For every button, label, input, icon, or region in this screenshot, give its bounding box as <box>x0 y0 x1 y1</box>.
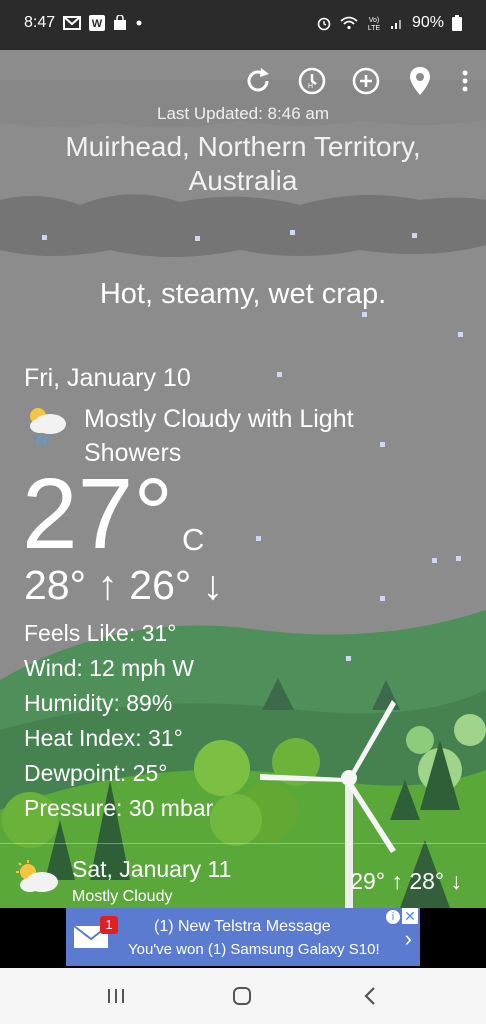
svg-text:W: W <box>92 18 103 30</box>
location-title[interactable]: Muirhead, Northern Territory, Australia <box>0 130 486 198</box>
toolbar: H <box>242 64 472 98</box>
history-clock-icon[interactable]: H <box>296 64 328 98</box>
ad-banner[interactable]: 1 (1) New Telstra Message You've won (1)… <box>66 908 420 966</box>
w-app-icon: W <box>89 15 106 31</box>
weather-tagline: Hot, steamy, wet crap. <box>99 278 387 310</box>
current-date: Fri, January 10 <box>24 364 191 392</box>
signal-icon <box>390 20 401 29</box>
pressure: Pressure: 30 mbar <box>24 795 214 821</box>
ad-info-icon[interactable]: i <box>386 910 400 924</box>
forecast-date: Sat, January 11 <box>72 856 232 882</box>
system-nav-bar <box>0 968 486 1024</box>
home-button[interactable] <box>222 982 262 1010</box>
cloud-rain-icon <box>24 402 70 453</box>
recents-button[interactable] <box>96 982 136 1010</box>
humidity: Humidity: 89% <box>24 690 173 716</box>
ad-chevron-icon[interactable]: › <box>405 926 412 952</box>
shopping-bag-icon <box>114 15 127 30</box>
svg-text:LTE: LTE <box>368 25 381 31</box>
temperature-unit[interactable]: C <box>182 522 204 558</box>
forecast-row[interactable]: Sat, January 11 Mostly Cloudy 29° ↑ 28° … <box>0 843 486 909</box>
ad-headline: (1) New Telstra Message <box>154 918 331 935</box>
forecast-condition: Mostly Cloudy <box>72 888 173 905</box>
current-high-low: 28° ↑ 26° ↓ <box>24 562 224 608</box>
alarm-icon <box>317 17 331 31</box>
location-pin-icon[interactable] <box>404 64 436 98</box>
dot-icon <box>136 20 142 26</box>
status-bar: 8:47 W Vo) LTE 90% <box>0 0 486 50</box>
add-location-icon[interactable] <box>350 64 382 98</box>
overflow-menu-icon[interactable] <box>458 64 472 98</box>
gmail-icon <box>63 16 82 30</box>
last-updated-label: Last Updated: 8:46 am <box>156 104 329 123</box>
back-button[interactable] <box>350 982 390 1010</box>
forecast-high-low: 29° ↑ 28° ↓ <box>350 868 462 894</box>
battery-icon <box>452 15 462 31</box>
wifi-icon <box>340 16 358 30</box>
ad-badge: 1 <box>100 916 118 934</box>
heat-index: Heat Index: 31° <box>24 725 183 751</box>
status-time: 8:47 <box>24 14 56 31</box>
battery-percent: 90% <box>411 14 444 31</box>
svg-text:H: H <box>308 83 313 90</box>
svg-text:Vo): Vo) <box>369 17 380 24</box>
partly-cloudy-icon <box>14 860 60 899</box>
current-temperature: 27° <box>22 458 174 570</box>
feels-like: Feels Like: 31° <box>24 620 177 646</box>
refresh-icon[interactable] <box>242 64 274 98</box>
ad-body: You've won (1) Samsung Galaxy S10! <box>128 941 380 958</box>
volte-icon: Vo)LTE <box>368 17 381 31</box>
ad-close-icon[interactable]: ✕ <box>402 908 418 924</box>
dewpoint: Dewpoint: 25° <box>24 760 168 786</box>
wind: Wind: 12 mph W <box>24 655 194 681</box>
